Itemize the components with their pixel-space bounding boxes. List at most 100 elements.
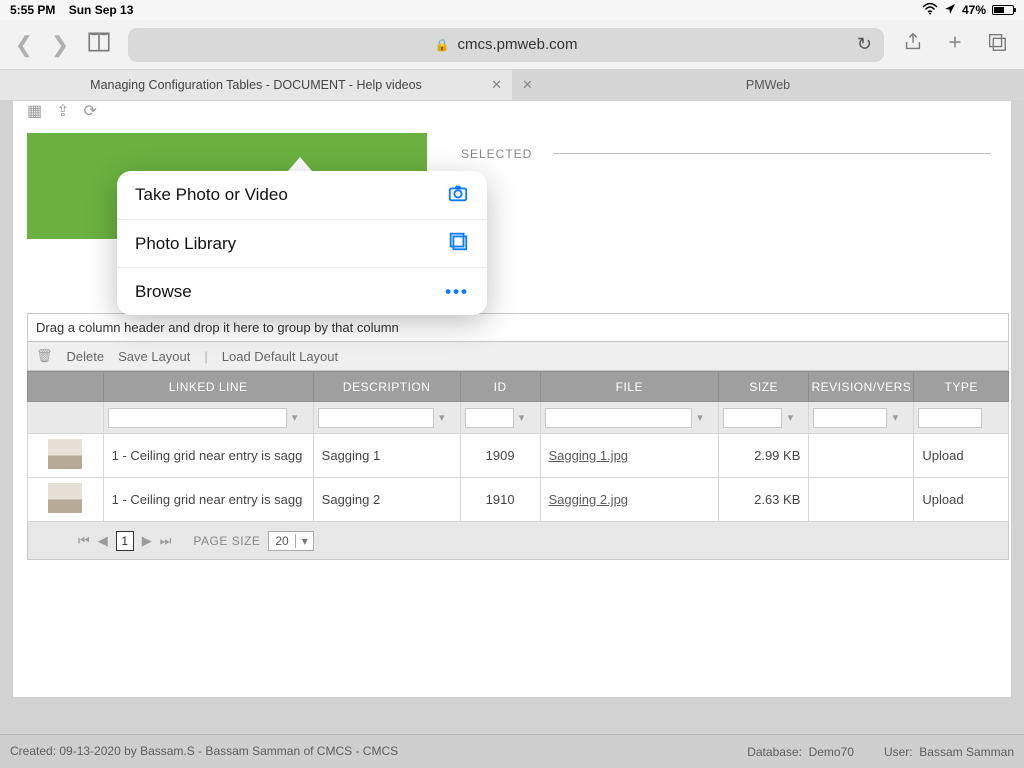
filter-file[interactable]: [545, 408, 693, 428]
photo-library-option[interactable]: Photo Library: [117, 219, 487, 267]
grid-pager: ⏮ ◀ 1 ▶ ⏭ PAGE SIZE 20 ▾: [27, 522, 1009, 560]
group-by-hint[interactable]: Drag a column header and drop it here to…: [27, 313, 1009, 341]
prev-page-button[interactable]: ◀: [98, 533, 108, 549]
app-footer: Created: 09-13-2020 by Bassam.S - Bassam…: [0, 734, 1024, 768]
selected-section-label: SELECTED: [461, 147, 532, 161]
close-icon[interactable]: ✕: [491, 77, 502, 93]
cell-linked: 1 - Ceiling grid near entry is sagg: [103, 434, 313, 478]
wifi-icon: [922, 3, 938, 18]
camera-icon: [447, 182, 469, 209]
page-size-value: 20: [269, 534, 294, 548]
cell-id: 1910: [460, 478, 540, 522]
cell-size: 2.99 KB: [719, 434, 809, 478]
more-icon: •••: [445, 282, 469, 302]
filter-type[interactable]: [918, 408, 982, 428]
take-photo-option[interactable]: Take Photo or Video: [117, 171, 487, 219]
col-revision[interactable]: REVISION/VERS: [809, 372, 914, 402]
share-icon[interactable]: [900, 31, 926, 59]
tab-label: Managing Configuration Tables - DOCUMENT…: [90, 78, 422, 92]
safari-tab-strip: Managing Configuration Tables - DOCUMENT…: [0, 70, 1024, 100]
filter-linked[interactable]: [108, 408, 287, 428]
toolbar-icon[interactable]: ▦: [27, 101, 42, 121]
ios-status-bar: 5:55 PM Sun Sep 13 47%: [0, 0, 1024, 20]
filter-icon[interactable]: ▾: [782, 411, 798, 424]
col-size[interactable]: SIZE: [719, 372, 809, 402]
col-description[interactable]: DESCRIPTION: [313, 372, 460, 402]
next-page-button[interactable]: ▶: [142, 533, 152, 549]
page-size-select[interactable]: 20 ▾: [268, 531, 313, 551]
toolbar-icon[interactable]: ⟳: [84, 101, 97, 121]
tab-help-videos[interactable]: Managing Configuration Tables - DOCUMENT…: [0, 70, 512, 100]
location-icon: [944, 3, 956, 18]
page-area: ▦ ⇪ ⟳ SELECTED Take Photo or Video Photo…: [0, 100, 1024, 768]
battery-percent: 47%: [962, 3, 986, 17]
toolbar-icon[interactable]: ⇪: [56, 101, 69, 121]
tabs-icon[interactable]: [984, 31, 1010, 59]
filter-icon[interactable]: ▾: [514, 411, 530, 424]
current-page[interactable]: 1: [116, 531, 134, 551]
cell-size: 2.63 KB: [719, 478, 809, 522]
forward-button[interactable]: ❯: [50, 32, 70, 58]
tab-label: PMWeb: [746, 78, 790, 92]
cell-revision: [809, 434, 914, 478]
browse-option[interactable]: Browse •••: [117, 267, 487, 315]
cell-type: Upload: [914, 478, 1009, 522]
filter-icon[interactable]: ▾: [434, 411, 450, 424]
filter-size[interactable]: [723, 408, 782, 428]
filter-icon[interactable]: ▾: [692, 411, 708, 424]
option-label: Take Photo or Video: [135, 185, 288, 205]
page-size-label: PAGE SIZE: [193, 534, 260, 548]
data-table: LINKED LINE DESCRIPTION ID FILE SIZE REV…: [27, 371, 1009, 522]
first-page-button[interactable]: ⏮: [78, 533, 90, 549]
photo-library-icon: [447, 230, 469, 257]
attachments-grid: Drag a column header and drop it here to…: [27, 313, 1009, 560]
filter-icon[interactable]: ▾: [887, 411, 903, 424]
thumbnail-icon: [48, 483, 82, 513]
new-tab-icon[interactable]: [942, 31, 968, 59]
filter-revision[interactable]: [813, 408, 887, 428]
safari-toolbar: ❮ ❯ 🔒 cmcs.pmweb.com ↻: [0, 20, 1024, 70]
status-date: Sun Sep 13: [69, 3, 134, 17]
cell-linked: 1 - Ceiling grid near entry is sagg: [103, 478, 313, 522]
option-label: Photo Library: [135, 234, 236, 254]
cell-description: Sagging 1: [313, 434, 460, 478]
cell-description: Sagging 2: [313, 478, 460, 522]
col-file[interactable]: FILE: [540, 372, 719, 402]
address-bar[interactable]: 🔒 cmcs.pmweb.com ↻: [128, 28, 884, 62]
filter-row: ▾ ▾ ▾ ▾ ▾ ▾: [28, 402, 1009, 434]
close-icon[interactable]: ✕: [522, 77, 533, 93]
table-row[interactable]: 1 - Ceiling grid near entry is sagg Sagg…: [28, 478, 1009, 522]
tab-pmweb[interactable]: ✕ PMWeb: [512, 70, 1024, 100]
footer-database: Database: Demo70: [747, 745, 854, 759]
delete-button[interactable]: Delete: [67, 349, 105, 364]
selected-divider: [553, 153, 991, 154]
battery-icon: [992, 5, 1014, 15]
app-toolbar-partial: ▦ ⇪ ⟳: [13, 101, 1011, 121]
col-type[interactable]: TYPE: [914, 372, 1009, 402]
trash-icon[interactable]: 🗑: [36, 348, 53, 364]
grid-toolbar: 🗑 Delete Save Layout | Load Default Layo…: [27, 341, 1009, 371]
col-linked-line[interactable]: LINKED LINE: [103, 372, 313, 402]
status-time: 5:55 PM: [10, 3, 55, 17]
col-id[interactable]: ID: [460, 372, 540, 402]
file-link[interactable]: Sagging 2.jpg: [549, 492, 629, 507]
cell-id: 1909: [460, 434, 540, 478]
last-page-button[interactable]: ⏭: [160, 533, 172, 549]
col-thumb[interactable]: [28, 372, 104, 402]
reload-icon[interactable]: ↻: [857, 34, 872, 55]
address-bar-host: cmcs.pmweb.com: [457, 36, 577, 53]
back-button[interactable]: ❮: [14, 32, 34, 58]
cell-type: Upload: [914, 434, 1009, 478]
filter-id[interactable]: [465, 408, 514, 428]
save-layout-button[interactable]: Save Layout: [118, 349, 190, 364]
table-row[interactable]: 1 - Ceiling grid near entry is sagg Sagg…: [28, 434, 1009, 478]
bookmarks-icon[interactable]: [86, 29, 112, 60]
filter-description[interactable]: [318, 408, 434, 428]
cell-revision: [809, 478, 914, 522]
filter-icon[interactable]: ▾: [287, 411, 303, 424]
load-default-layout-button[interactable]: Load Default Layout: [222, 349, 338, 364]
file-source-popover: Take Photo or Video Photo Library Browse…: [117, 171, 487, 315]
statusbar-left: 5:55 PM Sun Sep 13: [10, 3, 133, 17]
file-link[interactable]: Sagging 1.jpg: [549, 448, 629, 463]
option-label: Browse: [135, 282, 192, 302]
